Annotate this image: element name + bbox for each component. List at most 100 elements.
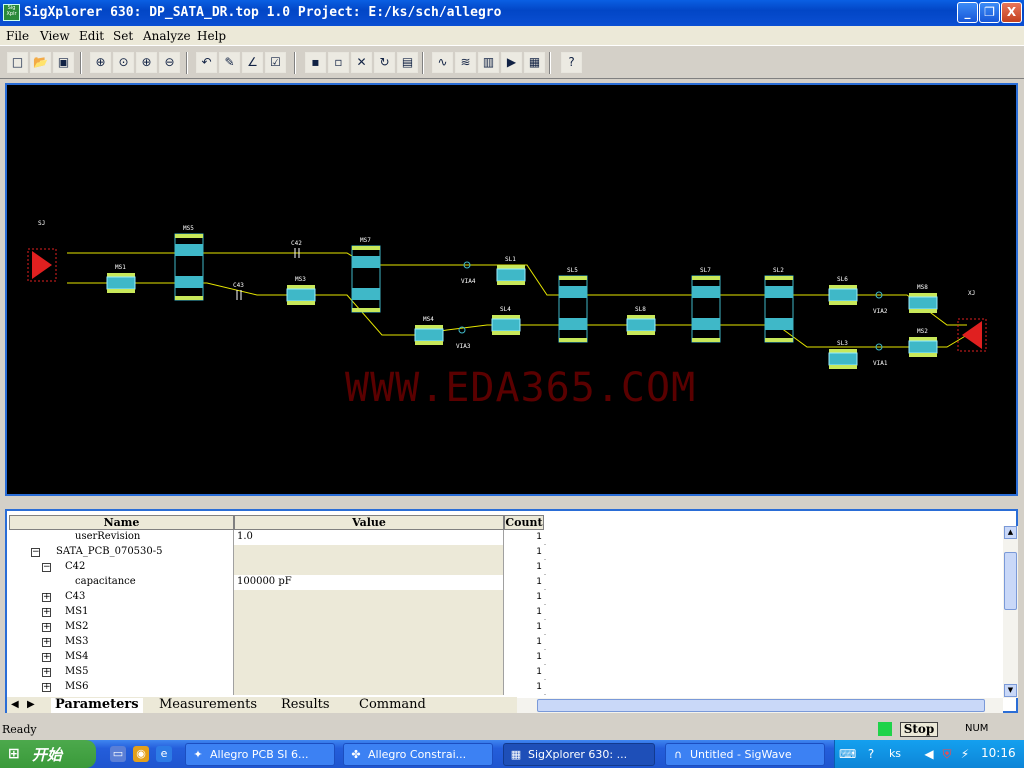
menu-help[interactable]: Help: [197, 29, 226, 43]
component-sj[interactable]: SJ: [27, 220, 57, 282]
expand-icon[interactable]: +: [42, 683, 51, 692]
taskbar-button[interactable]: ✦ Allegro PCB SI 6...: [185, 743, 335, 766]
table-row[interactable]: − C42 1: [9, 560, 546, 575]
hscroll-thumb[interactable]: [537, 699, 985, 712]
keyboard-icon[interactable]: ⌨: [839, 746, 856, 762]
report-icon[interactable]: ▦: [524, 52, 545, 73]
taskbar-button[interactable]: ✤ Allegro Constrai...: [343, 743, 493, 766]
expand-icon[interactable]: +: [42, 608, 51, 617]
table-row[interactable]: + MS6 1: [9, 680, 546, 695]
table-row[interactable]: + MS1 1: [9, 605, 546, 620]
help-icon[interactable]: ?: [561, 52, 582, 73]
row-value-cell[interactable]: 1.0: [234, 530, 504, 545]
column-header-count[interactable]: Count: [504, 515, 544, 530]
component-ms5[interactable]: MS5: [174, 225, 204, 301]
analyze-icon[interactable]: ▶: [501, 52, 522, 73]
zoom-in-icon[interactable]: ⊕: [136, 52, 157, 73]
checklist-icon[interactable]: ☑: [265, 52, 286, 73]
histogram-icon[interactable]: ▥: [478, 52, 499, 73]
table-row[interactable]: capacitance 100000 pF 1: [9, 575, 546, 590]
component-sl6[interactable]: SL6: [828, 276, 858, 305]
component-ms1[interactable]: MS1: [106, 264, 136, 293]
component-sl5[interactable]: SL5: [558, 267, 588, 343]
menu-edit[interactable]: Edit: [79, 29, 104, 43]
taskbar-button[interactable]: ▦ SigXplorer 630: ...: [503, 743, 655, 766]
table-row[interactable]: + MS3 1: [9, 635, 546, 650]
component-ms2[interactable]: MS2: [908, 328, 938, 357]
table-row[interactable]: + MS5 1: [9, 665, 546, 680]
zoom-fit-icon[interactable]: ⊕: [90, 52, 111, 73]
component-ms3[interactable]: MS3: [286, 276, 316, 305]
component-sl1[interactable]: SL1: [496, 256, 526, 285]
quicklaunch-player-icon[interactable]: ◉: [133, 746, 149, 762]
rotate-icon[interactable]: ↻: [374, 52, 395, 73]
column-header-name[interactable]: Name: [9, 515, 234, 530]
component-ms8[interactable]: MS8: [908, 284, 938, 313]
add-element-icon[interactable]: ▪: [305, 52, 326, 73]
row-value-cell[interactable]: 100000 pF: [234, 575, 504, 590]
stop-button[interactable]: Stop: [900, 722, 938, 737]
delete-icon[interactable]: ✕: [351, 52, 372, 73]
zoom-window-icon[interactable]: ⊙: [113, 52, 134, 73]
probe-icon[interactable]: ✎: [219, 52, 240, 73]
component-sl2[interactable]: SL2: [764, 267, 794, 343]
quicklaunch-desktop-icon[interactable]: ▭: [110, 746, 126, 762]
expand-icon[interactable]: +: [42, 668, 51, 677]
collapse-icon[interactable]: −: [42, 563, 51, 572]
menu-file[interactable]: File: [6, 29, 29, 43]
vertical-scrollbar[interactable]: ▲ ▼: [1003, 526, 1018, 698]
tab-results[interactable]: Results: [281, 698, 330, 713]
minimize-button[interactable]: _: [957, 2, 978, 23]
menu-set[interactable]: Set: [113, 29, 133, 43]
taskbar-button[interactable]: ∩ Untitled - SigWave: [665, 743, 825, 766]
title-bar[interactable]: Sig Xplr SigXplorer 630: DP_SATA_DR.top 1…: [0, 0, 1024, 26]
save-icon[interactable]: ▣: [53, 52, 74, 73]
table-row[interactable]: + MS2 1: [9, 620, 546, 635]
component-ms4[interactable]: MS4: [414, 316, 444, 345]
scroll-thumb[interactable]: [1004, 552, 1017, 610]
component-sl8[interactable]: SL8: [626, 306, 656, 335]
expand-icon[interactable]: +: [42, 623, 51, 632]
start-button[interactable]: ⊞ 开始: [0, 740, 96, 768]
signal-icon[interactable]: ∠: [242, 52, 263, 73]
scroll-down-icon[interactable]: ▼: [1004, 684, 1017, 697]
table-row[interactable]: + MS4 1: [9, 650, 546, 665]
menu-view[interactable]: View: [40, 29, 70, 43]
restore-button[interactable]: ❐: [979, 2, 1000, 23]
expand-icon[interactable]: +: [42, 593, 51, 602]
tab-command[interactable]: Command: [359, 698, 426, 713]
tab-measurements[interactable]: Measurements: [159, 698, 257, 713]
network-icon[interactable]: ⚡: [957, 746, 973, 762]
close-button[interactable]: X: [1001, 2, 1022, 23]
table-row[interactable]: − SATA_PCB_070530-5 1: [9, 545, 546, 560]
component-xj[interactable]: XJ: [957, 290, 987, 352]
scroll-up-icon[interactable]: ▲: [1004, 526, 1017, 539]
column-header-value[interactable]: Value: [234, 515, 504, 530]
quicklaunch-browser-icon[interactable]: e: [156, 746, 172, 762]
schematic-canvas[interactable]: SJ MS1 MS5 C42 C43 MS3 MS7 MS4 VIA4 VIA3 SL1 SL4 SL5…: [5, 83, 1018, 496]
collapse-icon[interactable]: −: [31, 548, 40, 557]
component-via3[interactable]: VIA3: [456, 326, 471, 350]
component-sl7[interactable]: SL7: [691, 267, 721, 343]
tab-scroll-left-icon[interactable]: ◀: [11, 698, 19, 713]
undo-icon[interactable]: ↶: [196, 52, 217, 73]
shield-icon[interactable]: ⛨: [939, 746, 955, 762]
component-sl3[interactable]: SL3: [828, 340, 858, 369]
open-icon[interactable]: 📂: [30, 52, 51, 73]
menu-analyze[interactable]: Analyze: [143, 29, 191, 43]
tab-scroll-right-icon[interactable]: ▶: [27, 698, 35, 713]
expand-icon[interactable]: +: [42, 638, 51, 647]
horizontal-scrollbar[interactable]: [517, 698, 1003, 713]
new-icon[interactable]: □: [7, 52, 28, 73]
sweep-icon[interactable]: ≋: [455, 52, 476, 73]
zoom-out-icon[interactable]: ⊖: [159, 52, 180, 73]
waveform-icon[interactable]: ∿: [432, 52, 453, 73]
back-icon[interactable]: ◀: [921, 746, 937, 762]
group-icon[interactable]: ▤: [397, 52, 418, 73]
component-ms7[interactable]: MS7: [351, 237, 381, 313]
component-c42[interactable]: C42: [291, 240, 302, 258]
add-part-icon[interactable]: ▫: [328, 52, 349, 73]
tab-parameters[interactable]: Parameters: [51, 698, 143, 713]
table-row[interactable]: userRevision 1.0 1: [9, 530, 546, 545]
expand-icon[interactable]: +: [42, 653, 51, 662]
